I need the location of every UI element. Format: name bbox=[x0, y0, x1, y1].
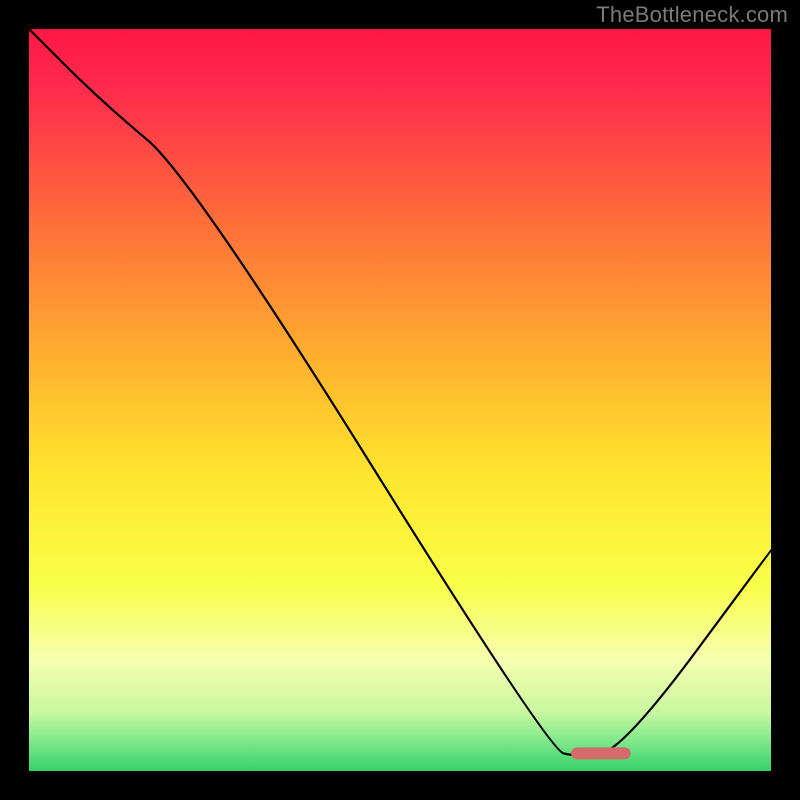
chart-frame: TheBottleneck.com bbox=[0, 0, 800, 800]
watermark-label: TheBottleneck.com bbox=[596, 2, 788, 28]
optimal-range-marker bbox=[571, 747, 631, 759]
bottleneck-chart bbox=[0, 0, 800, 800]
plot-background bbox=[28, 28, 772, 772]
